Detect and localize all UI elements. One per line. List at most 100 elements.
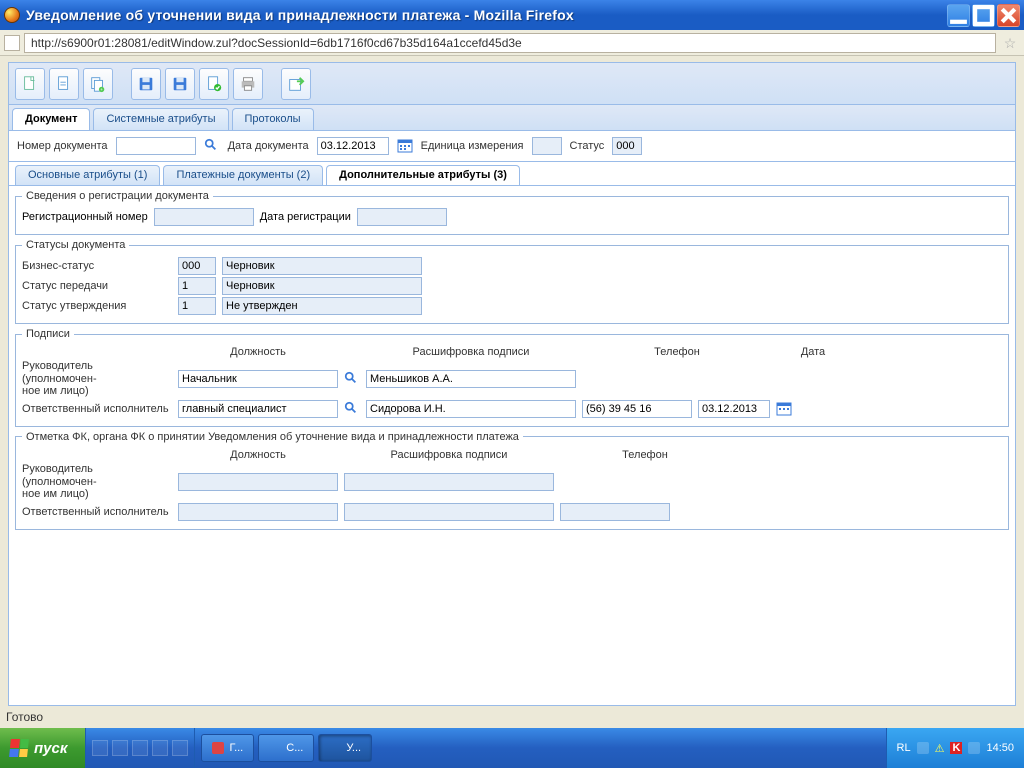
svg-text:+: + [100, 87, 103, 92]
fk-mark-legend: Отметка ФК, органа ФК о принятии Уведомл… [22, 431, 523, 443]
fk-col-desc: Расшифровка подписи [344, 449, 554, 461]
calendar-icon[interactable] [397, 138, 413, 154]
clock[interactable]: 14:50 [986, 742, 1014, 754]
transfer-status-label: Статус передачи [22, 280, 172, 292]
tray-icon[interactable] [968, 742, 980, 754]
check-doc-button[interactable] [199, 68, 229, 100]
document-header: Номер документа Дата документа Единица и… [9, 131, 1015, 162]
copy-doc-button[interactable]: + [83, 68, 113, 100]
firefox-icon [269, 742, 281, 754]
transfer-status-code[interactable] [178, 277, 216, 295]
fk-col-position: Должность [178, 449, 338, 461]
page-icon [4, 35, 20, 51]
save-button[interactable] [131, 68, 161, 100]
lookup-icon[interactable] [204, 138, 220, 154]
tray-icon[interactable]: K [950, 742, 962, 754]
bookmark-star-icon[interactable]: ☆ [1002, 35, 1018, 51]
window-titlebar: Уведомление об уточнении вида и принадле… [0, 0, 1024, 30]
lookup-icon[interactable] [344, 371, 360, 387]
close-button[interactable] [997, 4, 1020, 27]
tab-payment-docs[interactable]: Платежные документы (2) [163, 165, 323, 185]
address-bar: ☆ [0, 30, 1024, 56]
task-button[interactable]: Г... [201, 734, 254, 762]
calendar-icon[interactable] [776, 401, 792, 417]
ql-icon[interactable] [172, 740, 188, 756]
lookup-icon[interactable] [344, 401, 360, 417]
fk-exec-desc[interactable] [344, 503, 554, 521]
doc-date-label: Дата документа [228, 140, 309, 152]
approval-status-label: Статус утверждения [22, 300, 172, 312]
firefox-icon [4, 7, 20, 23]
tab-system-attrs[interactable]: Системные атрибуты [93, 108, 228, 130]
export-button[interactable] [281, 68, 311, 100]
start-button[interactable]: пуск [0, 728, 86, 768]
fk-col-phone: Телефон [590, 449, 700, 461]
ql-icon[interactable] [92, 740, 108, 756]
task-buttons: Г... С... У... [195, 728, 885, 768]
reg-number-label: Регистрационный номер [22, 211, 148, 223]
fk-exec-position[interactable] [178, 503, 338, 521]
tab-document[interactable]: Документ [12, 108, 90, 130]
ql-icon[interactable] [112, 740, 128, 756]
new-doc-button[interactable] [15, 68, 45, 100]
save-as-button[interactable] [165, 68, 195, 100]
sig-head-label: Руководитель (уполномочен- ное им лицо) [22, 360, 172, 398]
task-button-active[interactable]: У... [318, 734, 372, 762]
status-input[interactable] [612, 137, 642, 155]
unit-input[interactable] [532, 137, 562, 155]
sig-col-date: Дата [768, 346, 858, 358]
app-frame: + Документ Системные атрибуты Протоколы … [8, 62, 1016, 706]
toolbar: + [9, 63, 1015, 105]
reg-date-label: Дата регистрации [260, 211, 351, 223]
tab-additional-attrs[interactable]: Дополнительные атрибуты (3) [326, 165, 520, 185]
tab-main-attrs[interactable]: Основные атрибуты (1) [15, 165, 160, 185]
sig-exec-desc[interactable] [366, 400, 576, 418]
doc-number-input[interactable] [116, 137, 196, 155]
lang-indicator[interactable]: RL [897, 742, 911, 754]
registration-legend: Сведения о регистрации документа [22, 190, 213, 202]
open-doc-button[interactable] [49, 68, 79, 100]
approval-status-text[interactable] [222, 297, 422, 315]
print-button[interactable] [233, 68, 263, 100]
unit-label: Единица измерения [421, 140, 524, 152]
transfer-status-text[interactable] [222, 277, 422, 295]
sig-head-desc[interactable] [366, 370, 576, 388]
biz-status-code[interactable] [178, 257, 216, 275]
biz-status-label: Бизнес-статус [22, 260, 172, 272]
approval-status-code[interactable] [178, 297, 216, 315]
minimize-button[interactable] [947, 4, 970, 27]
sig-col-position: Должность [178, 346, 338, 358]
fk-exec-phone[interactable] [560, 503, 670, 521]
url-input[interactable] [24, 33, 996, 53]
tray-icon[interactable]: ⚠ [935, 742, 945, 755]
sig-exec-label: Ответственный исполнитель [22, 403, 172, 415]
maximize-button[interactable] [972, 4, 995, 27]
ql-icon[interactable] [152, 740, 168, 756]
window-title: Уведомление об уточнении вида и принадле… [26, 7, 945, 23]
sig-exec-date[interactable] [698, 400, 770, 418]
windows-logo-icon [9, 739, 29, 757]
registration-fieldset: Сведения о регистрации документа Регистр… [15, 190, 1009, 235]
statuses-legend: Статусы документа [22, 239, 129, 251]
browser-status: Готово [0, 710, 1024, 728]
signatures-legend: Подписи [22, 328, 74, 340]
biz-status-text[interactable] [222, 257, 422, 275]
sig-head-position[interactable] [178, 370, 338, 388]
signatures-fieldset: Подписи Должность Расшифровка подписи Те… [15, 328, 1009, 427]
tab-protocols[interactable]: Протоколы [232, 108, 314, 130]
fk-head-desc[interactable] [344, 473, 554, 491]
reg-number-input[interactable] [154, 208, 254, 226]
sig-exec-phone[interactable] [582, 400, 692, 418]
task-button[interactable]: С... [258, 734, 314, 762]
tray-icon[interactable] [917, 742, 929, 754]
quick-launch [86, 728, 195, 768]
doc-date-input[interactable] [317, 137, 389, 155]
system-tray: RL ⚠ K 14:50 [886, 728, 1024, 768]
sig-exec-position[interactable] [178, 400, 338, 418]
firefox-icon [329, 742, 341, 754]
sig-col-description: Расшифровка подписи [366, 346, 576, 358]
fk-head-position[interactable] [178, 473, 338, 491]
reg-date-input[interactable] [357, 208, 447, 226]
ql-icon[interactable] [132, 740, 148, 756]
fk-mark-fieldset: Отметка ФК, органа ФК о принятии Уведомл… [15, 431, 1009, 530]
